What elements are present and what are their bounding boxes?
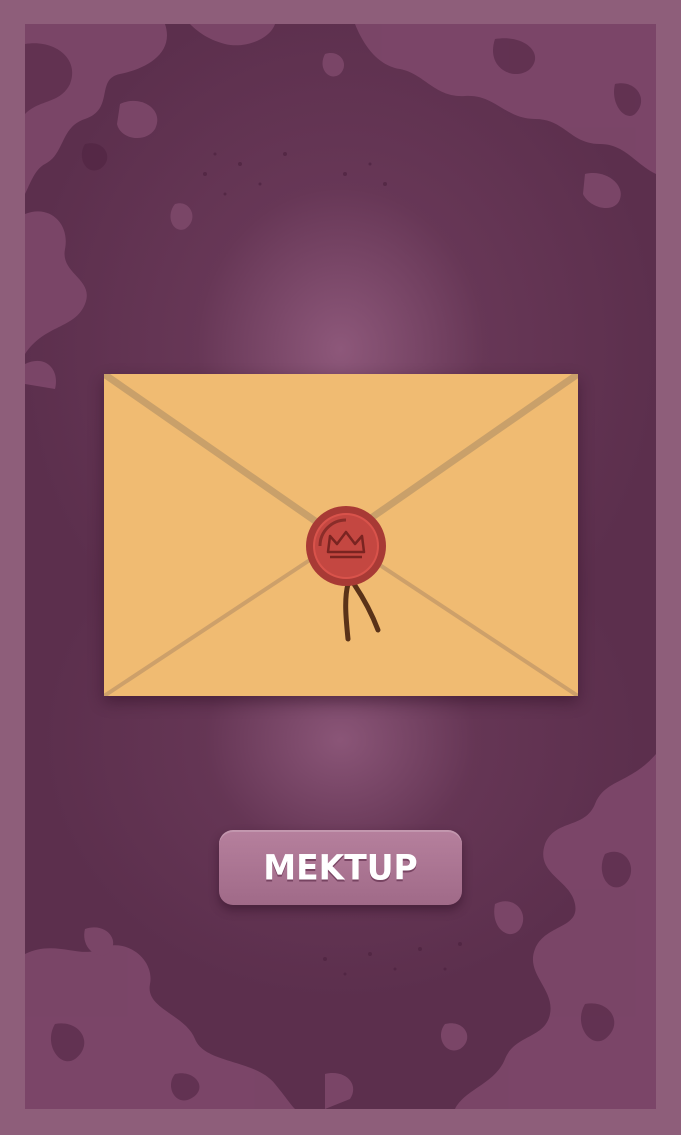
wax-seal: [306, 506, 386, 642]
mektup-button-label: MEKTUP: [263, 847, 418, 888]
sealed-letter[interactable]: [102, 371, 580, 698]
mektup-button[interactable]: MEKTUP: [219, 830, 462, 905]
